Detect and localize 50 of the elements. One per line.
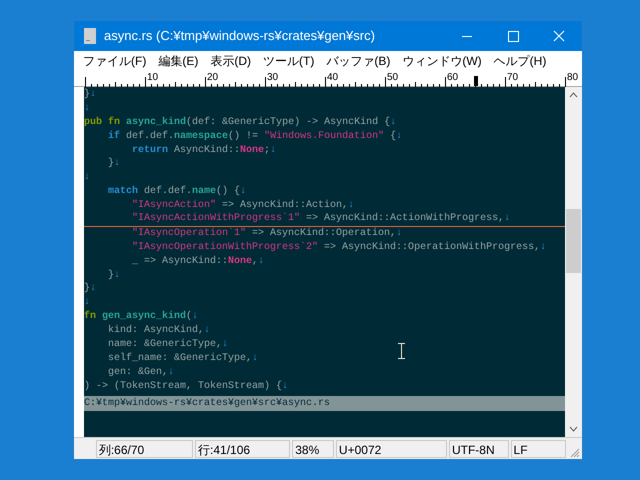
text-cursor-icon (398, 342, 405, 359)
menu-item[interactable]: ウィンドウ(W) (397, 52, 487, 70)
code-line: }↓ (107, 157, 120, 172)
ruler-label: 10 (147, 72, 158, 84)
code-line: ↓ (84, 171, 90, 186)
code-line: if def.def.namespace() != "Windows.Foundation" {↓ (107, 130, 402, 144)
scrollbar-thumb[interactable] (566, 209, 581, 273)
size-grip-icon[interactable] (570, 448, 580, 458)
menu-item[interactable]: バッファ(B) (321, 52, 396, 70)
code-line: }↓ (107, 268, 120, 282)
code-line: fn gen_async_kind(↓ (84, 310, 198, 324)
status-cell: UTF-8N (448, 440, 509, 458)
code-line: _ => AsyncKind::None,↓ (131, 254, 264, 269)
ruler-label: 80 (567, 72, 578, 84)
code-line: "IAsyncAction" => AsyncKind::Action,↓ (131, 199, 354, 212)
menu-item[interactable]: 表示(D) (205, 52, 256, 70)
ruler-label: 40 (327, 72, 338, 84)
code-line: name: &GenericType,↓ (107, 338, 228, 352)
status-cell: 38% (292, 440, 334, 458)
document-icon (84, 28, 96, 44)
menu-item[interactable]: ツール(T) (258, 52, 320, 70)
status-cell: 行:41/106 (195, 440, 290, 458)
menu-item[interactable]: 編集(E) (153, 52, 204, 70)
code-line: match def.def.name() {↓ (107, 185, 246, 200)
code-line: ) -> (TokenStream, TokenStream) {↓ (84, 380, 288, 394)
code-line: "IAsyncOperation`1" => AsyncKind::Operation,↓ (131, 226, 402, 241)
code-line: }↓ (84, 88, 96, 102)
ruler-label: 50 (387, 72, 398, 84)
ruler-label: 30 (267, 72, 278, 84)
ruler-label: 20 (207, 72, 218, 84)
status-cell: 列:66/70 (96, 440, 194, 458)
code-line: "IAsyncActionWithProgress`1" => AsyncKind::ActionWithProgress,↓ (131, 213, 510, 226)
code-area[interactable] (84, 87, 565, 437)
ruler-label: 70 (507, 72, 518, 84)
code-line: "IAsyncOperationWithProgress`2" => AsyncKind::OperationWithProgress,↓ (131, 240, 546, 255)
code-line: }↓ (84, 282, 96, 296)
code-line: gen: &Gen,↓ (107, 366, 174, 380)
file-path-bar: C:¥tmp¥windows-rs¥crates¥gen¥src¥async.rs (84, 396, 565, 411)
code-line: return AsyncKind::None;↓ (131, 144, 276, 158)
menu-item[interactable]: ヘルプ(H) (488, 52, 552, 70)
ruler-label: 60 (447, 72, 458, 84)
code-line: kind: AsyncKind,↓ (107, 324, 210, 338)
code-line: ↓ (84, 102, 90, 116)
window-title: async.rs (C:¥tmp¥windows-rs¥crates¥gen¥src) (104, 27, 375, 46)
code-line: self_name: &GenericType,↓ (107, 352, 258, 366)
code-line: ↓ (84, 296, 90, 310)
status-cell: LF (510, 440, 566, 458)
status-cell: U+0072 (336, 440, 447, 458)
code-line: pub fn async_kind(def: &GenericType) -> AsyncKind {↓ (84, 116, 396, 130)
menu-item[interactable]: ファイル(F) (78, 52, 152, 70)
